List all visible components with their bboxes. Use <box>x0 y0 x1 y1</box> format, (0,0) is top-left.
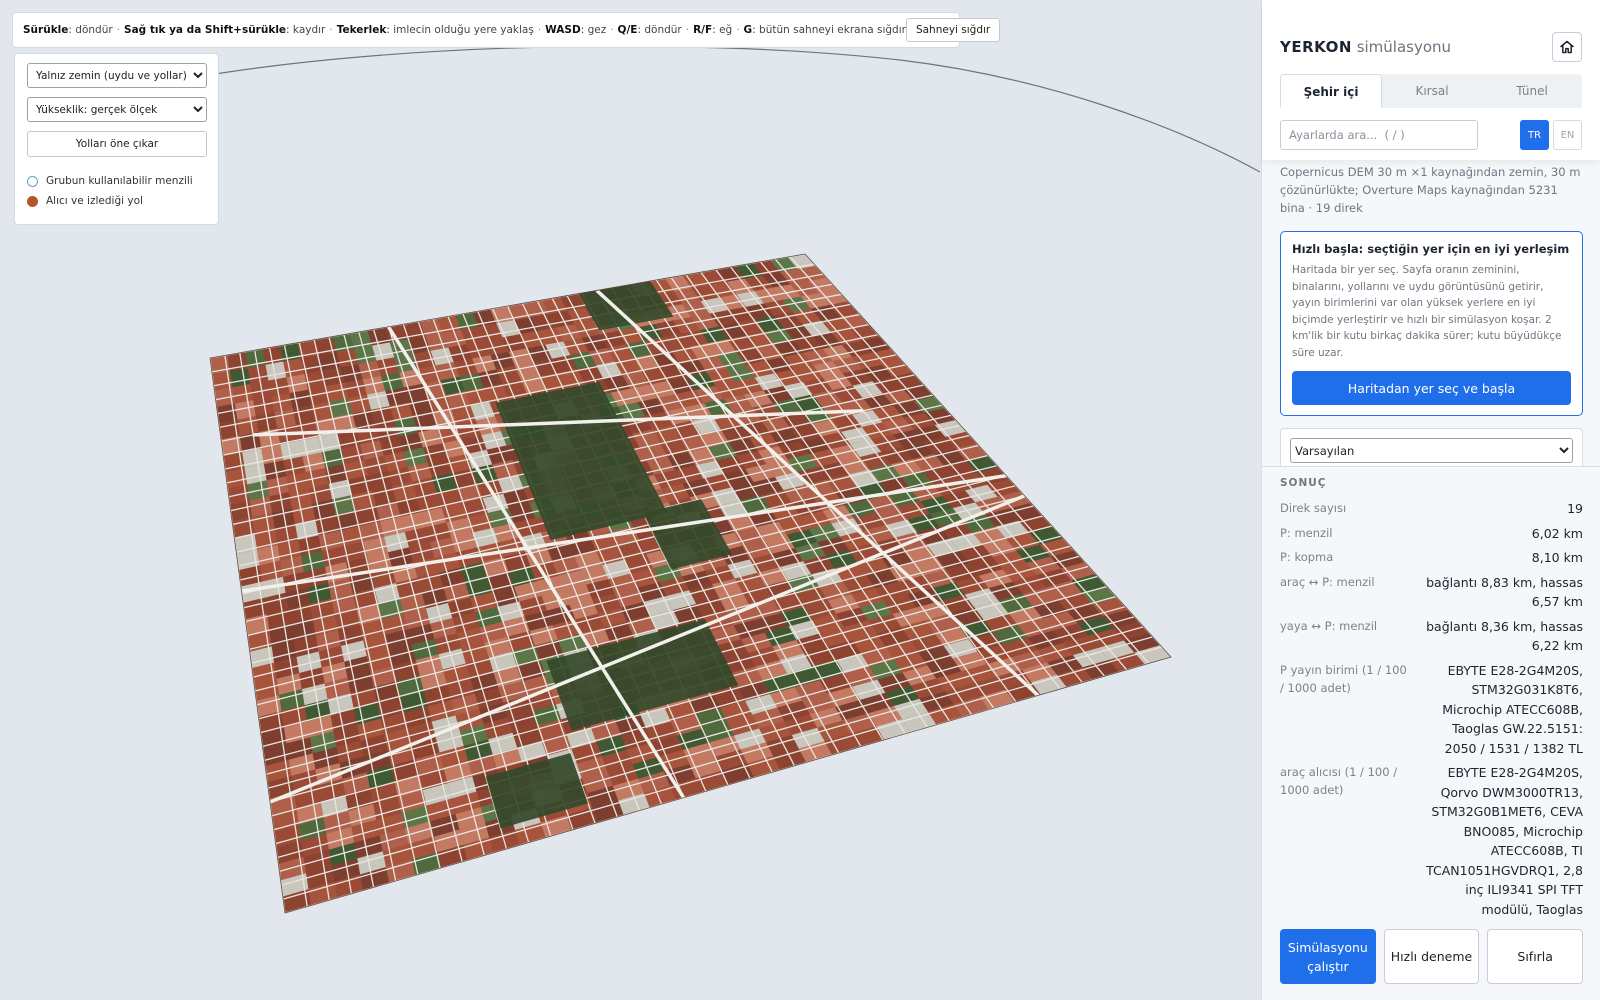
help-desc: : eğ <box>712 24 733 36</box>
result-label: araç alıcısı (1 / 100 / 1000 adet) <box>1280 765 1398 797</box>
result-value: 6,02 km <box>1531 525 1583 541</box>
result-label: araç ↔ P: menzil <box>1280 574 1375 589</box>
elevation-select[interactable]: Yükseklik: gerçek ölçek <box>27 97 207 122</box>
help-text: Sürükle: döndür · Sağ tık ya da Shift+sürü… <box>23 24 906 36</box>
terrain-tile <box>210 254 1171 913</box>
help-desc: : imlecin olduğu yere yaklaş <box>386 24 534 36</box>
settings-scroll-area[interactable]: Copernicus DEM 30 m ×1 kaynağından zemin… <box>1262 160 1600 466</box>
result-label: P yayın birimi (1 / 100 / 1000 adet) <box>1280 662 1407 695</box>
result-row-broadcast-unit: P yayın birimi (1 / 100 / 1000 adet) EBY… <box>1280 661 1583 759</box>
reset-button[interactable]: Sıfırla <box>1487 929 1584 984</box>
app-title-suffix: simülasyonu <box>1356 38 1452 56</box>
help-desc: : döndür <box>637 24 682 36</box>
help-separator: · <box>736 24 740 36</box>
result-value: 19 <box>1567 501 1583 516</box>
result-value: 8,10 km <box>1531 550 1583 565</box>
legend-label-receiver: Alıcı ve izlediği yol <box>46 195 143 207</box>
receiver-legend-icon <box>27 195 38 207</box>
result-label: P: menzil <box>1280 525 1333 540</box>
controls-help-bar: Sürükle: döndür · Sağ tık ya da Shift+sürü… <box>12 12 1001 48</box>
home-icon <box>1560 40 1574 54</box>
help-separator: · <box>610 24 614 36</box>
tab-rural[interactable]: Kırsal <box>1382 74 1482 108</box>
result-label: Direk sayısı <box>1280 501 1347 515</box>
city-block <box>283 358 305 378</box>
home-button[interactable] <box>1552 32 1582 62</box>
result-value: EBYTE E28-2G4M20S, Qorvo DWM3000TR13, ST… <box>1426 765 1583 917</box>
results-panel[interactable]: SONUÇ Direk sayısı 19 P: menzil 6,02 km … <box>1262 466 1600 917</box>
result-row-vehicle-receiver: araç alıcısı (1 / 100 / 1000 adet) EBYTE… <box>1280 763 1583 917</box>
mode-tabs: Şehir içi Kırsal Tünel <box>1280 74 1582 108</box>
quickstart-description: Haritada bir yer seç. Sayfa oranın zemin… <box>1292 264 1562 359</box>
help-key: Sağ tık ya da Shift+sürükle <box>124 24 287 36</box>
fit-scene-button[interactable]: Sahneyi sığdır <box>905 18 1001 42</box>
help-key: Sürükle <box>23 24 69 36</box>
city-block <box>229 367 251 388</box>
action-bar: Simülasyonu çalıştır Hızlı deneme Sıfırl… <box>1262 917 1600 1000</box>
layer-panel: Yalnız zemin (uydu ve yollar) Yükseklik:… <box>14 53 219 225</box>
range-ring <box>214 45 1260 173</box>
quickstart-card: Hızlı başla: seçtiğin yer için en iyi ye… <box>1280 231 1583 416</box>
result-label: yaya ↔ P: menzil <box>1280 618 1378 633</box>
legend-item-receiver: Alıcı ve izlediği yol <box>27 195 206 207</box>
preset-box: Varsayılan <box>1280 428 1583 466</box>
help-key: WASD <box>545 24 581 36</box>
tab-tunnel[interactable]: Tünel <box>1482 74 1582 108</box>
layer-select[interactable]: Yalnız zemin (uydu ve yollar) <box>27 63 207 88</box>
help-separator: · <box>329 24 333 36</box>
result-value: EBYTE E28-2G4M20S, STM32G031K8T6, Microc… <box>1442 662 1583 756</box>
result-label: P: kopma <box>1280 550 1334 564</box>
help-key: Q/E <box>617 24 638 36</box>
preset-select[interactable]: Varsayılan <box>1290 438 1573 463</box>
result-row-pedestrian-range: yaya ↔ P: menzil bağlantı 8,36 km, hassa… <box>1280 617 1583 656</box>
tab-city[interactable]: Şehir içi <box>1280 74 1382 108</box>
help-separator: · <box>116 24 121 36</box>
help-key: Tekerlek <box>336 24 387 36</box>
highlight-roads-button[interactable]: Yolları öne çıkar <box>27 131 207 157</box>
help-desc: : gez <box>580 24 607 36</box>
help-desc: : bütün sahneyi ekrana sığdır <box>752 24 906 36</box>
legend-label-range: Grubun kullanılabilir menzili <box>46 175 193 187</box>
result-row-pole-count: Direk sayısı 19 <box>1280 499 1583 519</box>
app-brand: YERKON <box>1280 38 1352 56</box>
settings-search-input[interactable] <box>1280 120 1478 150</box>
language-en-button[interactable]: EN <box>1553 120 1582 150</box>
result-value: bağlantı 8,83 km, hassas 6,57 km <box>1426 574 1583 610</box>
help-desc: : döndür <box>68 24 113 36</box>
result-row-vehicle-range: araç ↔ P: menzil bağlantı 8,83 km, hassa… <box>1280 573 1583 612</box>
quick-test-button[interactable]: Hızlı deneme <box>1383 929 1480 984</box>
data-source-info: Copernicus DEM 30 m ×1 kaynağından zemin… <box>1280 165 1581 215</box>
run-simulation-button[interactable]: Simülasyonu çalıştır <box>1280 929 1376 984</box>
quickstart-title: Hızlı başla: seçtiğin yer için en iyi ye… <box>1292 242 1570 256</box>
results-title: SONUÇ <box>1280 477 1327 489</box>
sidebar-header: YERKON simülasyonu Şehir içi Kırsal Tüne… <box>1262 0 1600 160</box>
sidebar: YERKON simülasyonu Şehir içi Kırsal Tüne… <box>1261 0 1600 1000</box>
range-legend-icon <box>27 175 38 187</box>
result-row-dropout: P: kopma 8,10 km <box>1280 548 1583 568</box>
result-row-range: P: menzil 6,02 km <box>1280 524 1583 544</box>
help-desc: : kaydır <box>286 24 326 36</box>
help-separator: · <box>537 24 542 36</box>
pick-location-button[interactable]: Haritadan yer seç ve başla <box>1292 371 1571 405</box>
help-key: G <box>743 24 753 36</box>
help-key: R/F <box>693 24 713 36</box>
help-separator: · <box>685 24 690 36</box>
scene-viewport[interactable]: Sürükle: döndür · Sağ tık ya da Shift+sürü… <box>0 0 1260 1000</box>
result-value: bağlantı 8,36 km, hassas 6,22 km <box>1426 618 1583 654</box>
language-tr-button[interactable]: TR <box>1520 120 1549 150</box>
legend-item-range: Grubun kullanılabilir menzili <box>27 175 206 187</box>
app-title: YERKON simülasyonu <box>1280 38 1451 56</box>
